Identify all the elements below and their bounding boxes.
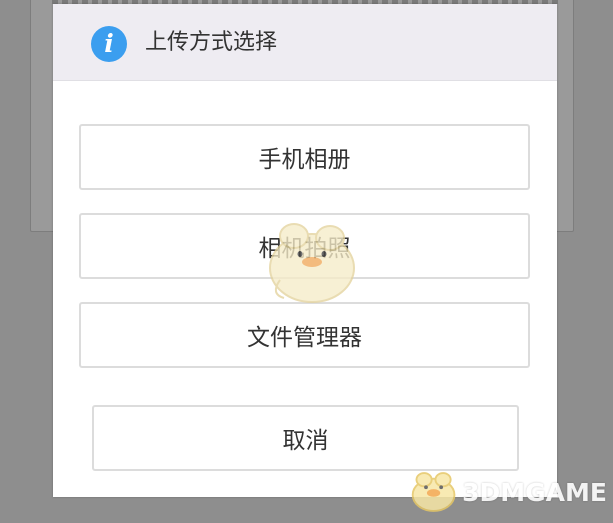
cancel-button-label: 取消	[282, 428, 329, 454]
info-icon: i	[91, 26, 127, 62]
file-manager-button-label: 文件管理器	[247, 325, 362, 351]
file-manager-button[interactable]: 文件管理器	[79, 302, 530, 368]
cancel-button[interactable]: 取消	[92, 405, 519, 471]
camera-button-label: 相机拍照	[258, 236, 351, 262]
album-button[interactable]: 手机相册	[79, 124, 530, 190]
screen-overlay: i 上传方式选择 手机相册 相机拍照 文件管理器 取消 3DMGAME	[0, 0, 613, 523]
dialog-header: i 上传方式选择	[53, 4, 557, 81]
dialog-title: 上传方式选择	[145, 30, 278, 55]
upload-method-dialog: i 上传方式选择 手机相册 相机拍照 文件管理器 取消	[53, 4, 557, 497]
album-button-label: 手机相册	[258, 147, 351, 173]
camera-button[interactable]: 相机拍照	[79, 213, 530, 279]
